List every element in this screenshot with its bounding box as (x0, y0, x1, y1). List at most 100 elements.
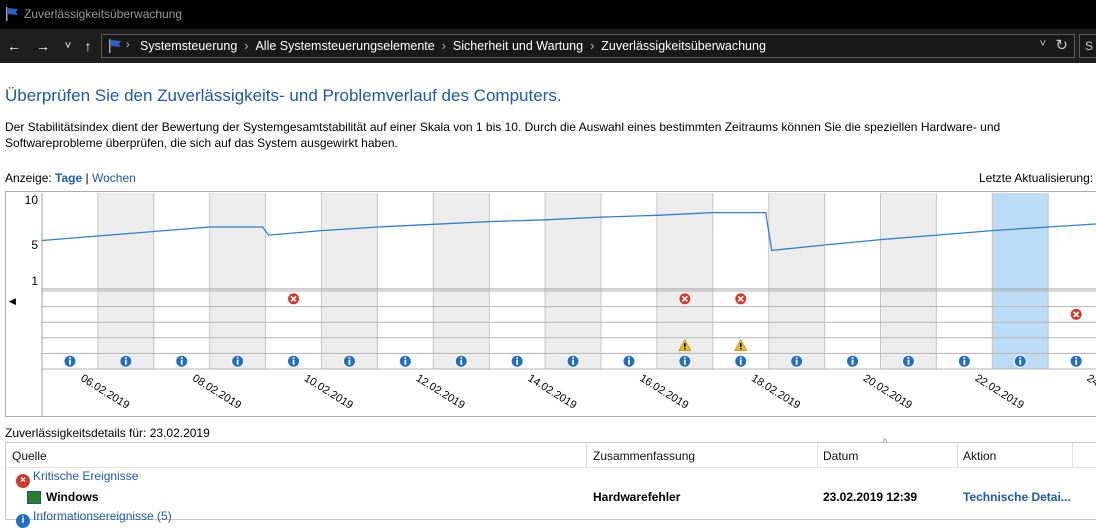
group-info-events[interactable]: i Informationsereignisse (5) (16, 509, 172, 528)
info-mark (572, 359, 574, 365)
info-mark (348, 359, 351, 365)
info-mark (851, 359, 854, 365)
date-tick-label: 18.02.2019 (749, 372, 802, 411)
control-panel-flag-icon (109, 39, 121, 53)
date-tick-label: 20.02.2019 (861, 372, 914, 411)
breadcrumb-alle-elemente[interactable]: Alle Systemsteuerungselemente (255, 39, 434, 53)
reliability-chart-svg[interactable]: 10 5 1 06.02.2019 08.02.2019 10.02.2019 12.02.… (6, 192, 1096, 418)
row-source: Windows (46, 490, 99, 504)
day-column (265, 193, 322, 369)
column-header-zusammenfassung[interactable]: Zusammenfassung (593, 449, 695, 463)
info-mark (683, 359, 686, 365)
info-mark (180, 359, 183, 365)
info-dot (69, 357, 71, 359)
warning-mark (684, 343, 686, 348)
info-mark (292, 359, 295, 365)
day-column (936, 193, 993, 369)
info-mark (628, 359, 630, 365)
page-description: Der Stabilitätsindex dient der Bewertung… (5, 120, 1001, 150)
day-column (601, 193, 657, 369)
info-dot (739, 357, 742, 359)
info-mark (1075, 359, 1078, 365)
row-summary: Hardwarefehler (593, 490, 681, 504)
day-column (824, 193, 881, 369)
forward-button[interactable]: → (34, 36, 52, 56)
info-dot (292, 357, 295, 359)
technical-details-link[interactable]: Technische Detai... (963, 490, 1071, 504)
table-row[interactable]: Windows Hardwarefehler 23.02.2019 12:39 … (6, 489, 1096, 507)
info-mark (124, 359, 127, 365)
date-tick-label: 22.02.2019 (973, 372, 1026, 411)
up-button[interactable]: ↑ (79, 36, 97, 56)
breadcrumb-systemsteuerung[interactable]: Systemsteuerung (140, 39, 237, 53)
reliability-chart[interactable]: 10 5 1 06.02.2019 08.02.2019 10.02.2019 12.02.… (5, 191, 1096, 417)
info-mark (795, 359, 798, 365)
table-header: Quelle Zusammenfassung Datum Aktion (6, 443, 1096, 468)
info-mark (69, 359, 71, 365)
date-tick-label: 16.02.2019 (637, 372, 690, 411)
breadcrumb-separator-icon[interactable]: › (583, 39, 601, 53)
date-tick-label: 06.02.2019 (78, 372, 131, 411)
breadcrumb: Systemsteuerung › Alle Systemsteuerungsele… (140, 39, 766, 53)
view-label: Anzeige: (5, 171, 52, 185)
info-dot (907, 357, 910, 359)
y-tick-label: 1 (31, 274, 38, 288)
column-divider[interactable] (817, 443, 818, 467)
date-tick-label: 14.02.2019 (526, 372, 579, 411)
info-dot (124, 357, 127, 359)
day-column (768, 193, 825, 369)
scroll-left-icon[interactable]: ◀ (9, 296, 16, 307)
column-divider[interactable] (957, 443, 958, 467)
column-divider[interactable] (1072, 443, 1073, 467)
info-mark (963, 359, 966, 365)
date-tick-label: 24.02.2019 (1085, 372, 1096, 411)
title-bar: Zuverlässigkeitsüberwachung (0, 0, 1096, 29)
column-header-datum[interactable]: Datum (823, 449, 858, 463)
window-title: Zuverlässigkeitsüberwachung (24, 7, 183, 21)
breadcrumb-chevron-icon[interactable]: › (126, 39, 130, 51)
info-dot (236, 357, 239, 359)
back-button[interactable]: ← (5, 36, 23, 56)
address-bar[interactable]: › Systemsteuerung › Alle Systemsteuerungse… (101, 34, 1075, 58)
refresh-icon[interactable]: ↻ (1055, 36, 1068, 54)
day-column (377, 193, 434, 369)
breadcrumb-separator-icon[interactable]: › (237, 39, 255, 53)
breadcrumb-zuverlaessigkeit[interactable]: Zuverlässigkeitsüberwachung (601, 39, 766, 53)
info-mark (516, 359, 519, 365)
date-tick-label: 12.02.2019 (414, 372, 467, 411)
info-dot (628, 357, 630, 359)
page-title: Überprüfen Sie den Zuverlässigkeits- und… (5, 86, 562, 105)
group-info-label: Informationsereignisse (5) (33, 509, 172, 523)
address-dropdown-icon[interactable]: ˅ (1040, 38, 1046, 50)
warning-mark (739, 343, 742, 348)
breadcrumb-sicherheit-wartung[interactable]: Sicherheit und Wartung (453, 39, 583, 53)
view-days-link[interactable]: Tage (55, 171, 82, 185)
info-mark (460, 359, 463, 365)
recent-locations-button[interactable]: ˅ (59, 36, 77, 56)
search-input[interactable]: S (1079, 34, 1096, 58)
view-weeks-link[interactable]: Wochen (92, 171, 136, 185)
group-critical-label: Kritische Ereignisse (33, 469, 139, 483)
day-column (433, 193, 490, 369)
details-table: Quelle Zusammenfassung Datum Aktion × Kri… (5, 442, 1096, 528)
info-dot (572, 357, 574, 359)
details-label: Zuverlässigkeitsdetails für: 23.02.2019 (5, 426, 210, 440)
last-update-text: Letzte Aktualisierung: 2 (979, 171, 1096, 185)
column-divider[interactable] (586, 443, 587, 467)
critical-error-icon: × (16, 474, 30, 488)
info-dot (516, 357, 519, 359)
breadcrumb-separator-icon[interactable]: › (435, 39, 453, 53)
windows-icon (27, 491, 41, 504)
info-icon: i (16, 514, 30, 528)
info-mark (1019, 359, 1022, 365)
info-mark (236, 359, 239, 365)
group-critical-events[interactable]: × Kritische Ereignisse (16, 469, 138, 488)
info-dot (683, 357, 686, 359)
y-tick-label: 10 (25, 193, 39, 207)
row-date: 23.02.2019 12:39 (823, 490, 918, 504)
column-header-quelle[interactable]: Quelle (12, 449, 47, 463)
column-header-aktion[interactable]: Aktion (963, 449, 996, 463)
info-dot (1075, 357, 1078, 359)
date-tick-label: 10.02.2019 (302, 372, 355, 411)
day-column (153, 193, 210, 369)
